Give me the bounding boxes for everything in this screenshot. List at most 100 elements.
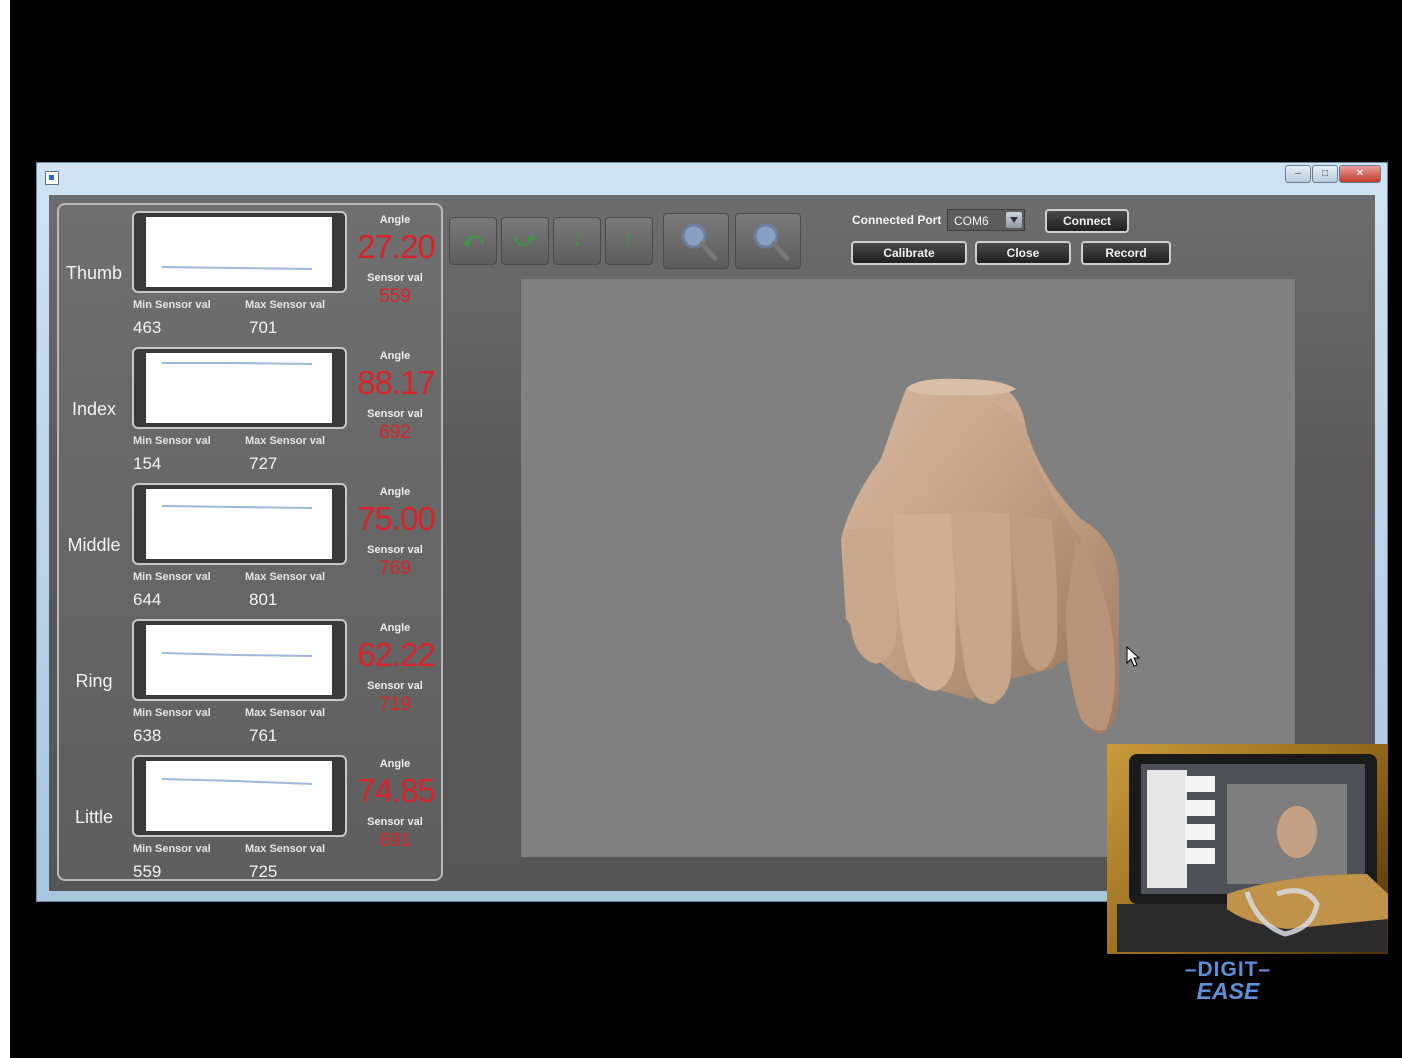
zoom-out-button[interactable] [735,213,801,269]
rotate-right-button[interactable]: ⤻ [501,217,549,265]
sensor-chart [132,755,347,837]
finger-row-middle: Middle Min Sensor val Max Sensor val 644… [59,482,441,618]
maximize-button[interactable]: □ [1312,165,1338,183]
zoom-in-button[interactable] [663,213,729,269]
max-sensor-caption: Max Sensor val [245,843,326,855]
min-sensor-caption: Min Sensor val [133,843,211,855]
connect-button[interactable]: Connect [1045,209,1129,233]
window-controls: – □ ✕ [1284,165,1381,183]
rotate-left-icon: ⤺ [462,229,484,251]
sensor-caption: Sensor val [367,408,423,420]
sensor-caption: Sensor val [367,816,423,828]
sensor-value: 719 [379,694,411,715]
chart-line [161,652,313,657]
max-sensor-value: 727 [249,454,278,473]
min-sensor-value: 638 [133,726,162,745]
angle-value: 75.00 [357,500,436,537]
chart-plot-area [146,353,332,423]
rotate-right-icon: ⤻ [514,229,536,251]
max-sensor-value: 701 [249,318,278,337]
sensor-value: 559 [379,286,411,307]
close-window-button[interactable]: ✕ [1339,165,1381,183]
max-sensor-value: 761 [249,726,278,745]
max-sensor-value: 801 [249,590,278,609]
finger-name: Thumb [65,263,123,283]
arrow-down-icon: ↓ [572,229,582,251]
finger-index [844,529,897,664]
record-button[interactable]: Record [1081,241,1171,265]
angle-caption: Angle [379,622,411,634]
max-sensor-value: 725 [249,862,278,881]
angle-caption: Angle [379,214,411,226]
sensor-caption: Sensor val [367,680,423,692]
sensor-value: 692 [379,422,411,443]
finger-row-index: Index Min Sensor val Max Sensor val 154 … [59,346,441,482]
chart-plot-area [146,761,332,831]
sensor-chart [132,483,347,565]
angle-value: 27.20 [357,228,436,265]
finger-name: Middle [67,535,121,555]
min-sensor-value: 559 [133,862,162,881]
zoom-out-icon [753,223,790,261]
angle-caption: Angle [379,350,411,362]
zoom-in-icon [681,223,718,261]
sensor-caption: Sensor val [367,272,423,284]
dropdown-arrow-icon [1006,212,1022,228]
max-sensor-caption: Max Sensor val [245,571,326,583]
chart-line [161,505,313,509]
digit-ease-logo: –DIGIT– EASE [1150,958,1306,1005]
finger-panel: Thumb Min Sensor val Max Sensor val 463 … [57,203,443,881]
angle-value: 88.17 [357,364,436,401]
sensor-value: 769 [379,558,411,579]
chart-line [161,778,313,785]
min-sensor-caption: Min Sensor val [133,435,211,447]
arrow-up-icon: ↑ [624,229,634,251]
rotate-left-button[interactable]: ⤺ [449,217,497,265]
move-down-button[interactable]: ↓ [553,217,601,265]
chart-line [162,362,313,365]
angle-caption: Angle [379,758,411,770]
min-sensor-value: 463 [133,318,162,337]
angle-caption: Angle [379,486,411,498]
minimize-button[interactable]: – [1285,165,1311,183]
brand-line2: EASE [1196,978,1260,1004]
webcam-inset [1107,744,1388,954]
wrist [906,378,1016,396]
min-sensor-value: 154 [133,454,162,473]
chart-plot-area [146,489,332,559]
max-sensor-caption: Max Sensor val [245,435,326,447]
min-sensor-caption: Min Sensor val [133,571,211,583]
chart-plot-area [146,625,332,695]
angle-value: 74.85 [357,772,436,809]
angle-value: 62.22 [357,636,436,673]
max-sensor-caption: Max Sensor val [245,707,326,719]
sensor-chart [132,211,347,293]
max-sensor-caption: Max Sensor val [245,299,326,311]
title-bar: – □ ✕ [37,163,1387,193]
finger-name: Little [74,807,114,827]
finger-name: Ring [75,671,113,691]
app-icon [45,171,59,185]
sensor-chart [132,619,347,701]
port-select[interactable]: COM6 [947,209,1025,231]
min-sensor-value: 644 [133,590,162,609]
calibrate-button[interactable]: Calibrate [851,241,967,265]
video-frame-edge [0,0,10,1058]
finger-row-ring: Ring Min Sensor val Max Sensor val 638 7… [59,618,441,754]
finger-row-little: Little Min Sensor val Max Sensor val 559… [59,754,441,890]
webcam-laptop-image [1117,754,1388,952]
sensor-value: 691 [379,830,411,851]
chart-line [161,266,313,270]
min-sensor-caption: Min Sensor val [133,707,211,719]
chart-plot-area [146,217,332,287]
sensor-caption: Sensor val [367,544,423,556]
move-up-button[interactable]: ↑ [605,217,653,265]
finger-name: Index [71,399,117,419]
sensor-chart [132,347,347,429]
cursor-icon [1126,645,1141,667]
finger-row-thumb: Thumb Min Sensor val Max Sensor val 463 … [59,210,441,346]
close-button[interactable]: Close [975,241,1071,265]
min-sensor-caption: Min Sensor val [133,299,211,311]
port-value: COM6 [954,214,989,228]
connected-port-label: Connected Port [852,213,942,227]
